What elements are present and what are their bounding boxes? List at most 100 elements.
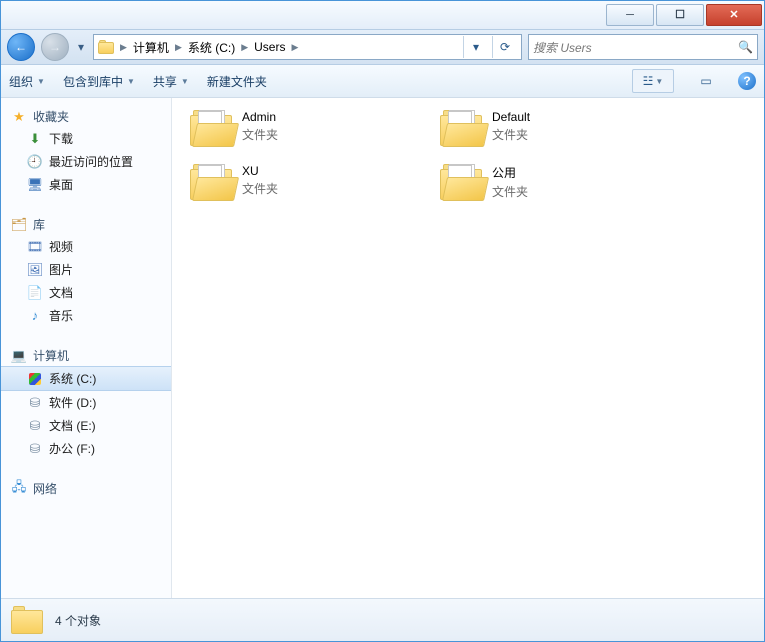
computer-icon: 💻	[11, 348, 27, 364]
chevron-down-icon: ▾	[78, 40, 84, 54]
explorer-window: ─ ☐ ✕ ← → ▾ ▶ 计算机 ▶ 系统 (C:) ▶ Users ▶ ▾	[0, 0, 765, 642]
document-icon: 📄	[27, 285, 43, 301]
toolbar-include-label: 包含到库中	[63, 73, 123, 90]
folder-item-admin[interactable]: Admin 文件夹	[190, 110, 400, 146]
toolbar-newfolder-label: 新建文件夹	[207, 73, 267, 90]
nav-forward-button[interactable]: →	[41, 33, 69, 61]
breadcrumb-sep: ▶	[118, 42, 129, 53]
folder-meta: 公用 文件夹	[492, 164, 528, 200]
nav-desktop-label: 桌面	[49, 176, 73, 193]
status-bar: 4 个对象	[1, 598, 764, 641]
toolbar-help-button[interactable]: ?	[738, 72, 756, 90]
network-icon: 🖧	[11, 481, 27, 497]
nav-network-header[interactable]: 🖧 网络	[1, 478, 171, 499]
music-icon: ♪	[27, 308, 43, 324]
toolbar-view-button[interactable]: ☳ ▼	[632, 69, 674, 93]
nav-drive-e[interactable]: ⛁ 文档 (E:)	[1, 414, 171, 437]
nav-videos[interactable]: 🎞 视频	[1, 235, 171, 258]
folder-meta: Admin 文件夹	[242, 110, 278, 143]
refresh-icon: ⟳	[500, 40, 510, 54]
search-input[interactable]: 搜索 Users 🔍	[528, 34, 758, 60]
help-icon: ?	[743, 74, 750, 88]
nav-history-dropdown[interactable]: ▾	[75, 34, 87, 60]
nav-drive-c[interactable]: 系统 (C:)	[1, 366, 171, 391]
desktop-icon: 🖥	[27, 177, 43, 193]
toolbar-organize[interactable]: 组织 ▼	[9, 73, 45, 90]
nav-back-button[interactable]: ←	[7, 33, 35, 61]
maximize-icon: ☐	[675, 10, 685, 21]
body: ★ 收藏夹 ⬇ 下载 🕘 最近访问的位置 🖥 桌面 🗂	[1, 98, 764, 598]
toolbar-share-label: 共享	[153, 73, 177, 90]
chevron-down-icon: ▼	[181, 77, 189, 86]
toolbar-preview-pane-button[interactable]: ▭	[692, 69, 720, 93]
picture-icon: 🖼	[27, 262, 43, 278]
nav-videos-label: 视频	[49, 238, 73, 255]
address-row: ← → ▾ ▶ 计算机 ▶ 系统 (C:) ▶ Users ▶ ▾ ⟳ 搜索 U…	[1, 30, 764, 65]
drive-icon: ⛁	[27, 441, 43, 457]
nav-group-network: 🖧 网络	[1, 478, 171, 499]
folder-item-xu[interactable]: XU 文件夹	[190, 164, 400, 200]
folder-icon	[440, 164, 482, 200]
nav-downloads-label: 下载	[49, 130, 73, 147]
breadcrumb-users[interactable]: Users	[254, 40, 285, 54]
minimize-icon: ─	[626, 10, 634, 21]
folder-icon	[190, 164, 232, 200]
nav-drive-d[interactable]: ⛁ 软件 (D:)	[1, 391, 171, 414]
address-bar[interactable]: ▶ 计算机 ▶ 系统 (C:) ▶ Users ▶ ▾ ⟳	[93, 34, 522, 60]
close-button[interactable]: ✕	[706, 4, 762, 26]
toolbar-new-folder[interactable]: 新建文件夹	[207, 73, 267, 90]
nav-drive-d-label: 软件 (D:)	[49, 394, 96, 411]
view-icon: ☳	[643, 74, 654, 88]
nav-computer-header[interactable]: 💻 计算机	[1, 345, 171, 366]
download-icon: ⬇	[27, 131, 43, 147]
drive-icon: ⛁	[27, 395, 43, 411]
nav-favorites-header[interactable]: ★ 收藏夹	[1, 106, 171, 127]
nav-drive-f[interactable]: ⛁ 办公 (F:)	[1, 437, 171, 460]
folder-name: XU	[242, 164, 278, 178]
nav-music-label: 音乐	[49, 307, 73, 324]
toolbar-include-in-library[interactable]: 包含到库中 ▼	[63, 73, 135, 90]
address-dropdown-button[interactable]: ▾	[463, 36, 488, 58]
content-pane[interactable]: Admin 文件夹 Default 文件夹 XU 文	[172, 98, 764, 598]
nav-network-label: 网络	[33, 480, 57, 497]
titlebar: ─ ☐ ✕	[1, 1, 764, 30]
breadcrumb-drive-c[interactable]: 系统 (C:)	[188, 39, 235, 56]
breadcrumb-sep: ▶	[239, 42, 250, 53]
folder-item-public[interactable]: 公用 文件夹	[440, 164, 650, 200]
nav-documents-label: 文档	[49, 284, 73, 301]
minimize-button[interactable]: ─	[606, 4, 654, 26]
breadcrumb-sep: ▶	[289, 42, 300, 53]
preview-pane-icon: ▭	[700, 74, 711, 88]
drive-c-icon	[27, 371, 43, 387]
nav-libraries-header[interactable]: 🗂 库	[1, 214, 171, 235]
nav-documents[interactable]: 📄 文档	[1, 281, 171, 304]
recent-icon: 🕘	[27, 154, 43, 170]
nav-drive-f-label: 办公 (F:)	[49, 440, 95, 457]
nav-group-libraries: 🗂 库 🎞 视频 🖼 图片 📄 文档 ♪ 音乐	[1, 214, 171, 327]
status-count-label: 4 个对象	[55, 612, 101, 629]
toolbar: 组织 ▼ 包含到库中 ▼ 共享 ▼ 新建文件夹 ☳ ▼ ▭ ?	[1, 65, 764, 98]
refresh-button[interactable]: ⟳	[492, 36, 517, 58]
nav-drive-c-label: 系统 (C:)	[49, 370, 96, 387]
nav-pictures[interactable]: 🖼 图片	[1, 258, 171, 281]
library-icon: 🗂	[11, 217, 27, 233]
folder-type: 文件夹	[492, 183, 528, 200]
breadcrumb-computer[interactable]: 计算机	[133, 39, 169, 56]
folder-name: 公用	[492, 164, 528, 181]
nav-desktop[interactable]: 🖥 桌面	[1, 173, 171, 196]
folder-type: 文件夹	[492, 126, 530, 143]
nav-libraries-label: 库	[33, 216, 45, 233]
search-icon: 🔍	[738, 40, 753, 54]
arrow-right-icon: →	[49, 40, 61, 54]
nav-recent-label: 最近访问的位置	[49, 153, 133, 170]
nav-computer-label: 计算机	[33, 347, 69, 364]
maximize-button[interactable]: ☐	[656, 4, 704, 26]
folder-item-default[interactable]: Default 文件夹	[440, 110, 650, 146]
close-icon: ✕	[729, 10, 738, 21]
nav-music[interactable]: ♪ 音乐	[1, 304, 171, 327]
toolbar-share[interactable]: 共享 ▼	[153, 73, 189, 90]
toolbar-organize-label: 组织	[9, 73, 33, 90]
nav-recent[interactable]: 🕘 最近访问的位置	[1, 150, 171, 173]
nav-downloads[interactable]: ⬇ 下载	[1, 127, 171, 150]
window-controls: ─ ☐ ✕	[606, 4, 762, 26]
